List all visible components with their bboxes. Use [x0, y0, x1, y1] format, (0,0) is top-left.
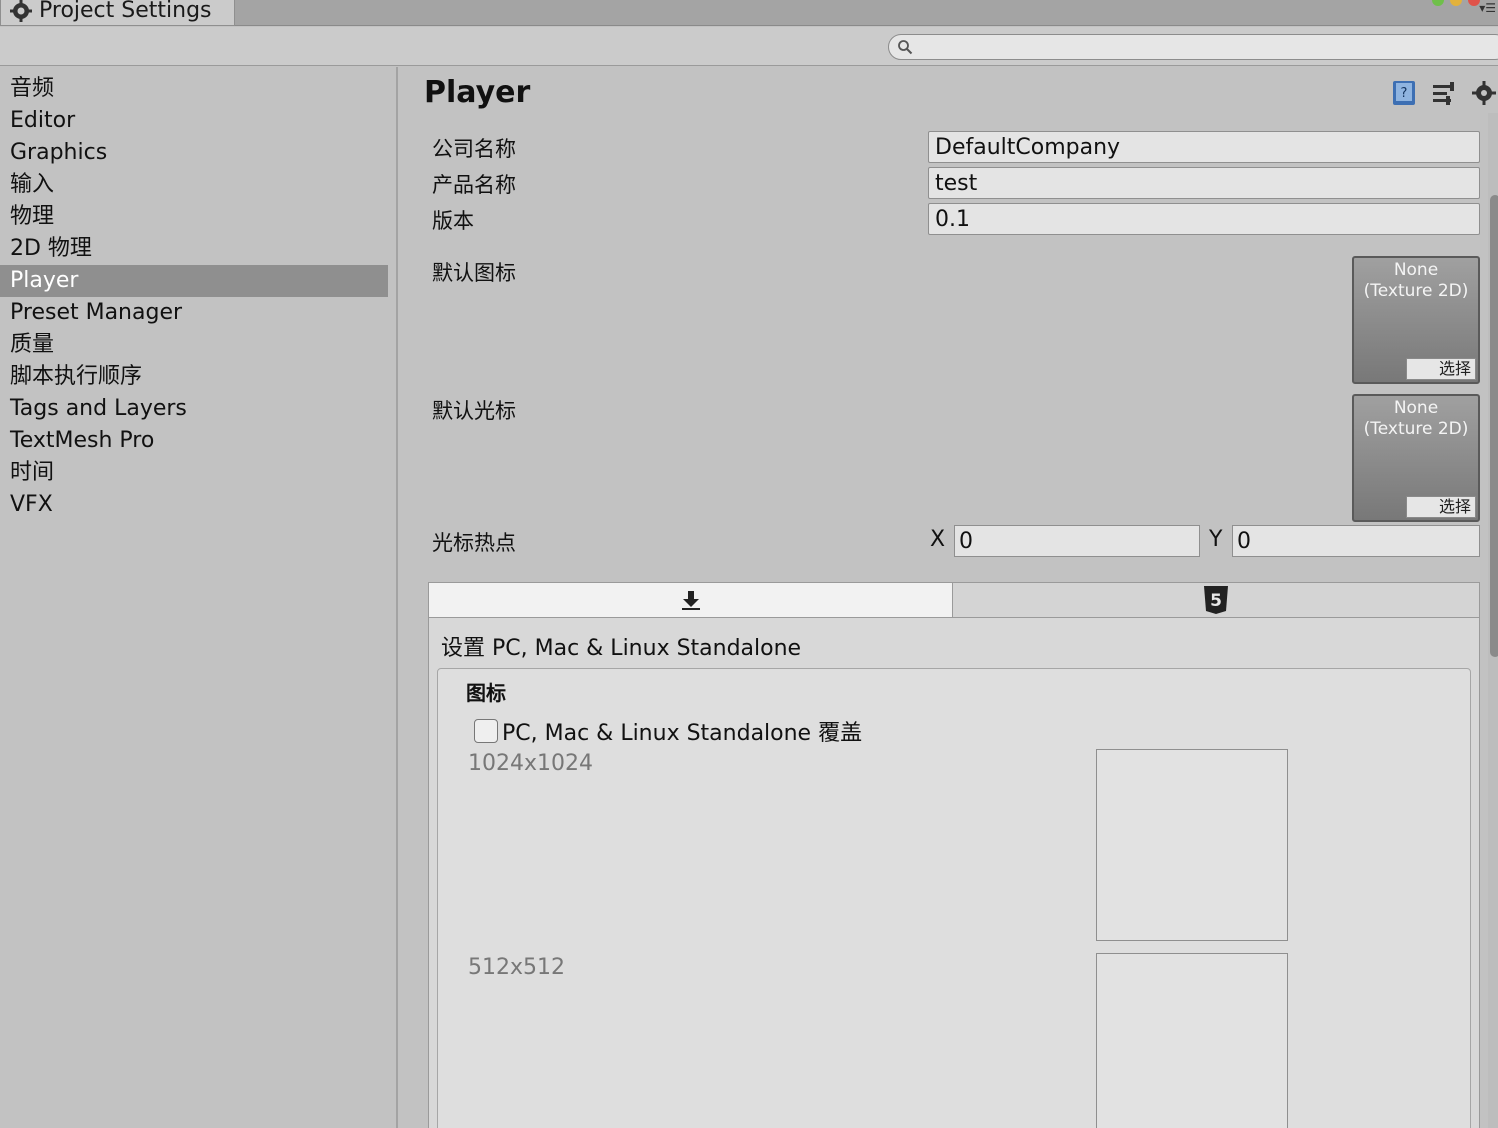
hotspot-y-field[interactable]	[1232, 525, 1480, 557]
icon-slot-512[interactable]	[1096, 953, 1288, 1128]
platform-settings-panel: 设置 PC, Mac & Linux Standalone 图标 PC, Mac…	[428, 618, 1480, 1128]
hotspot-x-field[interactable]	[954, 525, 1200, 557]
tab-standalone[interactable]	[429, 583, 953, 617]
platform-settings-title: 设置 PC, Mac & Linux Standalone	[441, 636, 802, 661]
default-cursor-select-button[interactable]: 选择	[1406, 496, 1476, 518]
scrollbar-thumb[interactable]	[1490, 195, 1498, 657]
sidebar-item-player[interactable]: Player	[0, 265, 388, 297]
override-label: PC, Mac & Linux Standalone 覆盖	[502, 721, 863, 746]
sidebar-item-physics[interactable]: 物理	[0, 201, 388, 233]
company-name-field[interactable]	[928, 131, 1480, 163]
sidebar-item-preset-manager[interactable]: Preset Manager	[0, 297, 388, 329]
platform-tabs: 5	[428, 582, 1480, 618]
default-icon-label: 默认图标	[432, 261, 516, 285]
project-settings-window: Project Settings ▾☰ 音频 Editor Graphics 输…	[0, 0, 1498, 1128]
page-title: Player	[424, 75, 531, 110]
maximize-button[interactable]	[1432, 0, 1444, 6]
cursor-hotspot-label: 光标热点	[432, 531, 516, 555]
company-name-label: 公司名称	[432, 137, 516, 161]
sidebar-item-physics-2d[interactable]: 2D 物理	[0, 233, 388, 265]
minimize-button[interactable]	[1450, 0, 1462, 6]
vertical-scrollbar[interactable]	[1488, 113, 1498, 1128]
tab-project-settings[interactable]: Project Settings	[0, 0, 235, 26]
download-arrow-icon	[681, 591, 700, 610]
default-icon-select-button[interactable]: 选择	[1406, 358, 1476, 380]
default-cursor-value-line2: (Texture 2D)	[1363, 419, 1469, 439]
sidebar-item-graphics[interactable]: Graphics	[0, 137, 388, 169]
tab-bar: Project Settings ▾☰	[0, 0, 1498, 26]
product-name-label: 产品名称	[432, 173, 516, 197]
window-controls	[1432, 0, 1480, 6]
tab-title: Project Settings	[39, 0, 212, 23]
header-icons: ?	[1390, 79, 1498, 107]
svg-text:5: 5	[1210, 591, 1222, 611]
icon-size-label-1024: 1024x1024	[468, 751, 593, 776]
override-checkbox[interactable]	[474, 719, 498, 743]
search-icon	[898, 40, 913, 55]
default-icon-value-line1: None	[1393, 260, 1439, 280]
version-label: 版本	[432, 209, 474, 233]
sidebar-item-time[interactable]: 时间	[0, 457, 388, 489]
icon-slot-1024[interactable]	[1096, 749, 1288, 941]
default-cursor-texture-field[interactable]: None (Texture 2D) 选择	[1352, 394, 1480, 522]
gear-icon	[10, 0, 32, 22]
preset-sliders-icon[interactable]	[1430, 79, 1458, 107]
html5-icon: 5	[1204, 586, 1228, 614]
sidebar-item-vfx[interactable]: VFX	[0, 489, 388, 521]
sidebar-item-input[interactable]: 输入	[0, 169, 388, 201]
icon-section: 图标 PC, Mac & Linux Standalone 覆盖 1024x10…	[437, 668, 1471, 1128]
svg-text:?: ?	[1401, 86, 1408, 101]
default-cursor-label: 默认光标	[432, 399, 516, 423]
hotspot-y-label: Y	[1209, 527, 1223, 552]
sidebar-item-script-execution-order[interactable]: 脚本执行顺序	[0, 361, 388, 393]
search-box[interactable]	[888, 34, 1498, 60]
gear-icon[interactable]	[1470, 79, 1498, 107]
override-row[interactable]: PC, Mac & Linux Standalone 覆盖	[474, 715, 862, 747]
hotspot-x-label: X	[930, 527, 946, 552]
icon-size-label-512: 512x512	[468, 955, 566, 980]
tab-menu-icon[interactable]: ▾☰	[1479, 2, 1496, 14]
default-icon-texture-field[interactable]: None (Texture 2D) 选择	[1352, 256, 1480, 384]
player-settings-panel: Player ? 公司名称 DefaultCompany 产品名称 test 版…	[400, 67, 1498, 1128]
sidebar-item-editor[interactable]: Editor	[0, 105, 388, 137]
icon-section-title: 图标	[466, 681, 506, 705]
version-field[interactable]	[928, 203, 1480, 235]
sidebar-list: 音频 Editor Graphics 输入 物理 2D 物理 Player Pr…	[0, 73, 388, 521]
sidebar-item-textmesh-pro[interactable]: TextMesh Pro	[0, 425, 388, 457]
toolbar	[0, 27, 1498, 66]
search-input[interactable]	[919, 37, 1498, 57]
settings-sidebar: 音频 Editor Graphics 输入 物理 2D 物理 Player Pr…	[0, 67, 398, 1128]
product-name-field[interactable]	[928, 167, 1480, 199]
default-icon-value-line2: (Texture 2D)	[1363, 281, 1469, 301]
tab-webgl[interactable]: 5	[953, 583, 1479, 617]
close-button[interactable]	[1468, 0, 1480, 6]
help-book-icon[interactable]: ?	[1390, 79, 1418, 107]
sidebar-item-audio[interactable]: 音频	[0, 73, 388, 105]
sidebar-item-tags-and-layers[interactable]: Tags and Layers	[0, 393, 388, 425]
sidebar-item-quality[interactable]: 质量	[0, 329, 388, 361]
default-cursor-value-line1: None	[1393, 398, 1439, 418]
